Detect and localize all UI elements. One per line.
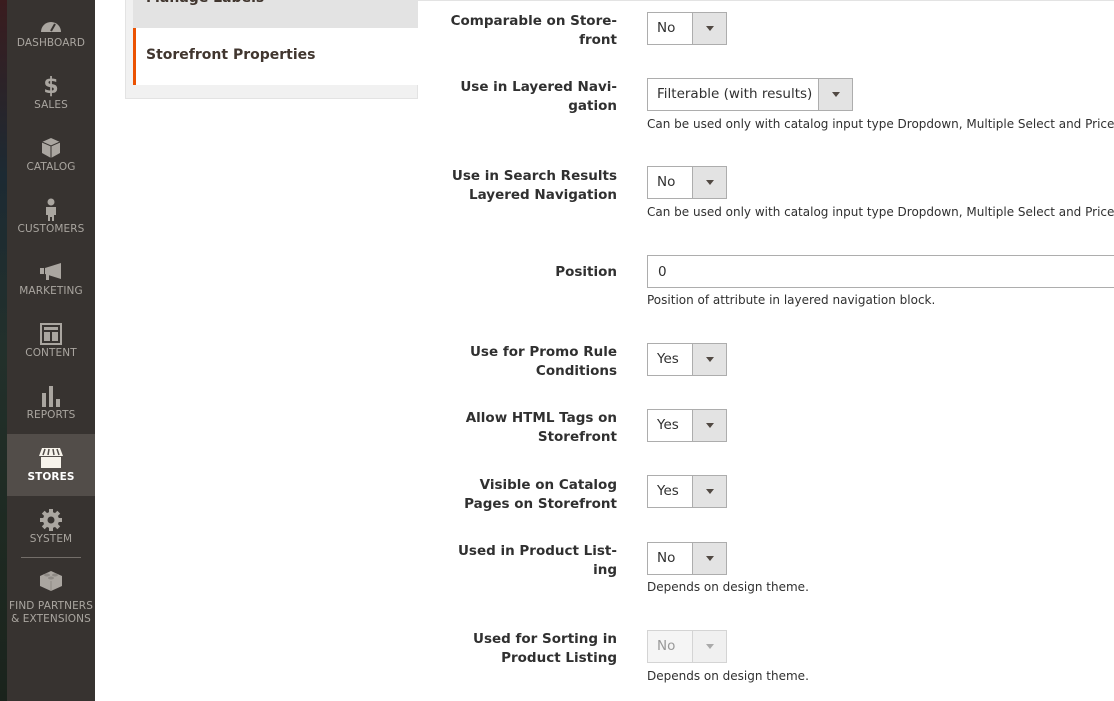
search-results-layered-navigation-select[interactable]: No [647,166,727,199]
layout-icon [7,322,95,346]
used-for-sorting-select: No [647,630,727,663]
dollar-icon: $ [43,73,59,99]
sidebar-item-label: CATALOG [26,161,76,173]
comparable-on-storefront-select[interactable]: No [647,12,727,45]
allow-html-tags-label: Allow HTML Tags on Storefront [465,410,617,445]
sidebar-item-label: CONTENT [25,347,77,359]
background-image-strip [0,0,7,701]
sidebar-item-system[interactable]: SYSTEM [7,496,95,558]
used-in-product-listing-label: Used in Product List-ing [457,543,617,578]
used-in-product-listing-select[interactable]: No [647,542,727,575]
sidebar-item-customers[interactable]: CUSTOMERS [7,186,95,248]
sidebar-item-label: MARKETING [19,285,83,297]
person-icon [7,198,95,222]
position-note: Position of attribute in layered navigat… [647,293,936,307]
megaphone-icon [7,260,95,284]
sorting-note: Depends on design theme. [647,669,809,683]
promo-rule-conditions-label: Use for Promo Rule Conditions [469,344,617,379]
tab-manage-labels[interactable]: Manage Labels [133,0,418,28]
chevron-down-icon [692,476,726,507]
sidebar-item-label: CUSTOMERS [17,223,85,235]
storefront-icon [7,446,95,470]
position-label: Position [555,264,617,280]
sidebar-item-reports[interactable]: REPORTS [7,372,95,434]
box-icon [7,136,95,160]
chevron-down-icon [692,13,726,44]
sidebar-item-stores[interactable]: STORES [7,434,95,496]
sidebar-item-label: FIND PARTNERS & EXTENSIONS [9,600,93,625]
use-in-layered-navigation-label: Use in Layered Navi-gation [460,79,617,114]
sidebar-item-sales[interactable]: $ SALES [7,62,95,124]
chevron-down-icon [692,543,726,574]
chevron-down-icon [692,344,726,375]
allow-html-tags-select[interactable]: Yes [647,409,727,442]
used-for-sorting-label: Used for Sorting in Product Listing [473,631,617,666]
sidebar-item-label: REPORTS [26,409,76,421]
content-top-border [418,0,1114,1]
layered-navigation-note: Can be used only with catalog input type… [647,117,1114,131]
lego-brick-icon [7,568,95,592]
chevron-down-icon [692,167,726,198]
sidebar-item-label: DASHBOARD [16,37,86,49]
use-in-layered-navigation-select[interactable]: Filterable (with results) [647,78,853,111]
chevron-down-icon [692,410,726,441]
sidebar-item-marketing[interactable]: MARKETING [7,248,95,310]
comparable-on-storefront-label: Comparable on Store-front [450,13,617,48]
sidebar-item-label: SYSTEM [29,533,73,545]
sidebar-divider [21,557,81,558]
sidebar-item-catalog[interactable]: CATALOG [7,124,95,186]
admin-sidebar: DASHBOARD $ SALES CATALOG CUSTOMERS MARK… [7,0,95,701]
visible-on-catalog-pages-label: Visible on Catalog Pages on Storefront [464,477,617,512]
promo-rule-conditions-select[interactable]: Yes [647,343,727,376]
search-layered-navigation-note: Can be used only with catalog input type… [647,205,1114,219]
dashboard-icon [7,12,95,36]
search-results-layered-navigation-label: Use in Search Results Layered Navigation [451,168,617,203]
bar-chart-icon [7,384,95,408]
chevron-down-icon [818,79,852,110]
chevron-down-icon [692,631,726,662]
gear-icon [7,508,95,532]
sidebar-item-label: STORES [27,471,75,483]
product-listing-note: Depends on design theme. [647,580,809,594]
position-input[interactable] [647,255,1114,288]
tab-storefront-properties[interactable]: Storefront Properties [133,28,418,85]
sidebar-item-dashboard[interactable]: DASHBOARD [7,0,95,62]
visible-on-catalog-pages-select[interactable]: Yes [647,475,727,508]
sidebar-item-find-partners[interactable]: FIND PARTNERS & EXTENSIONS [7,565,95,635]
sidebar-item-content[interactable]: CONTENT [7,310,95,372]
sidebar-item-label: SALES [34,99,68,111]
